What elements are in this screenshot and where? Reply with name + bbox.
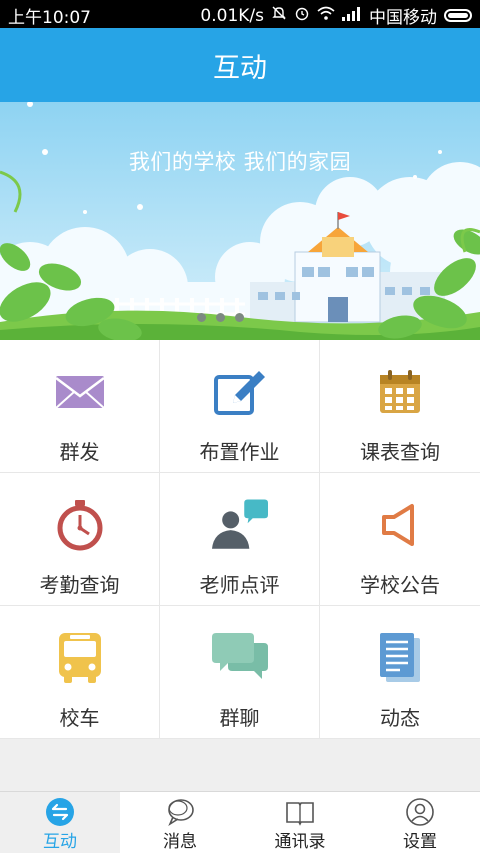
tab-label: 消息 [163, 832, 197, 852]
tab-messages[interactable]: 消息 [120, 792, 240, 853]
bus-icon [52, 630, 108, 686]
grid-item-label: 群发 [59, 440, 100, 464]
envelope-icon [52, 364, 108, 420]
calendar-icon [372, 364, 428, 420]
grid-item-label: 课表查询 [360, 440, 440, 464]
grid-item-label: 学校公告 [360, 573, 440, 597]
grid-item-label: 考勤查询 [39, 573, 120, 597]
app-header: 互动 [0, 28, 480, 102]
tab-settings[interactable]: 设置 [360, 792, 480, 853]
grid-item-group-chat[interactable]: 群聊 [160, 606, 320, 739]
speaker-icon [372, 497, 428, 553]
grid-item-school-notice[interactable]: 学校公告 [320, 473, 480, 606]
page-title: 互动 [213, 52, 267, 84]
document-icon [372, 630, 428, 686]
carousel-dot[interactable] [197, 313, 206, 322]
grid-item-assign-homework[interactable]: 布置作业 [160, 340, 320, 473]
grid-item-school-bus[interactable]: 校车 [0, 606, 160, 739]
grid-item-attendance[interactable]: 考勤查询 [0, 473, 160, 606]
tab-interact[interactable]: 互动 [0, 792, 120, 853]
tab-label: 设置 [403, 832, 437, 852]
carrier-name: 中国移动 [369, 8, 437, 28]
tab-label: 通讯录 [274, 832, 326, 852]
grid-item-label: 校车 [59, 706, 100, 730]
network-speed: 0.01K/s [200, 5, 264, 26]
tab-contacts[interactable]: 通讯录 [240, 792, 360, 853]
carousel-dot[interactable] [216, 313, 225, 322]
grid-item-label: 动态 [380, 706, 420, 730]
banner-slogan: 我们的学校 我们的家园 [128, 150, 352, 174]
mute-icon [271, 5, 287, 26]
grid-item-teacher-comment[interactable]: 老师点评 [160, 473, 320, 606]
edit-icon [212, 364, 268, 420]
bottom-tab-bar: 互动 消息 通讯录 设置 [0, 791, 480, 853]
grid-item-label: 老师点评 [199, 573, 280, 597]
carousel-dot[interactable] [235, 313, 244, 322]
grid-item-group-send[interactable]: 群发 [0, 340, 160, 473]
status-bar: 上午10:07 0.01K/s 中国移动 [0, 0, 480, 28]
carousel-indicator [197, 313, 244, 322]
grid-item-feed[interactable]: 动态 [320, 606, 480, 739]
signal-icon [342, 6, 362, 26]
wifi-icon [317, 5, 335, 26]
banner-carousel[interactable]: 我们的学校 我们的家园 [0, 102, 480, 340]
interact-icon [45, 797, 75, 827]
contacts-book-icon [285, 797, 315, 827]
grid-item-label: 布置作业 [199, 440, 280, 464]
grid-item-label: 群聊 [219, 706, 260, 730]
tab-label: 互动 [43, 832, 77, 852]
status-time: 上午10:07 [8, 8, 91, 28]
battery-icon [444, 9, 472, 22]
message-icon [165, 797, 195, 827]
settings-user-icon [405, 797, 435, 827]
grid-item-timetable[interactable]: 课表查询 [320, 340, 480, 473]
stopwatch-icon [52, 497, 108, 553]
banner-illustration [0, 102, 480, 340]
chat-bubbles-icon [211, 630, 268, 686]
teacher-comment-icon [211, 497, 268, 553]
feature-grid: 群发 布置作业 课表查询 考勤查询 老师点评 学校公告 校车 群聊 动态 [0, 340, 480, 739]
alarm-icon [294, 5, 310, 26]
